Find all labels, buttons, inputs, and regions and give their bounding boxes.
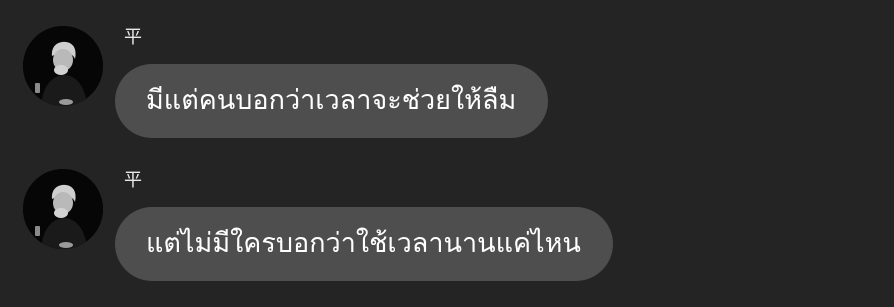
avatar[interactable] — [23, 26, 103, 106]
avatar-photo-icon — [23, 169, 103, 249]
sender-name: 平 — [124, 27, 142, 48]
message-bubble[interactable]: มีแต่คนบอกว่าเวลาจะช่วยให้ลืม — [115, 64, 549, 138]
avatar[interactable] — [23, 169, 103, 249]
avatar-photo-icon — [23, 26, 103, 106]
sender-name: 平 — [124, 170, 142, 191]
message-bubble[interactable]: แต่ไม่มีใครบอกว่าใช้เวลานานแค่ไหน — [115, 207, 613, 281]
